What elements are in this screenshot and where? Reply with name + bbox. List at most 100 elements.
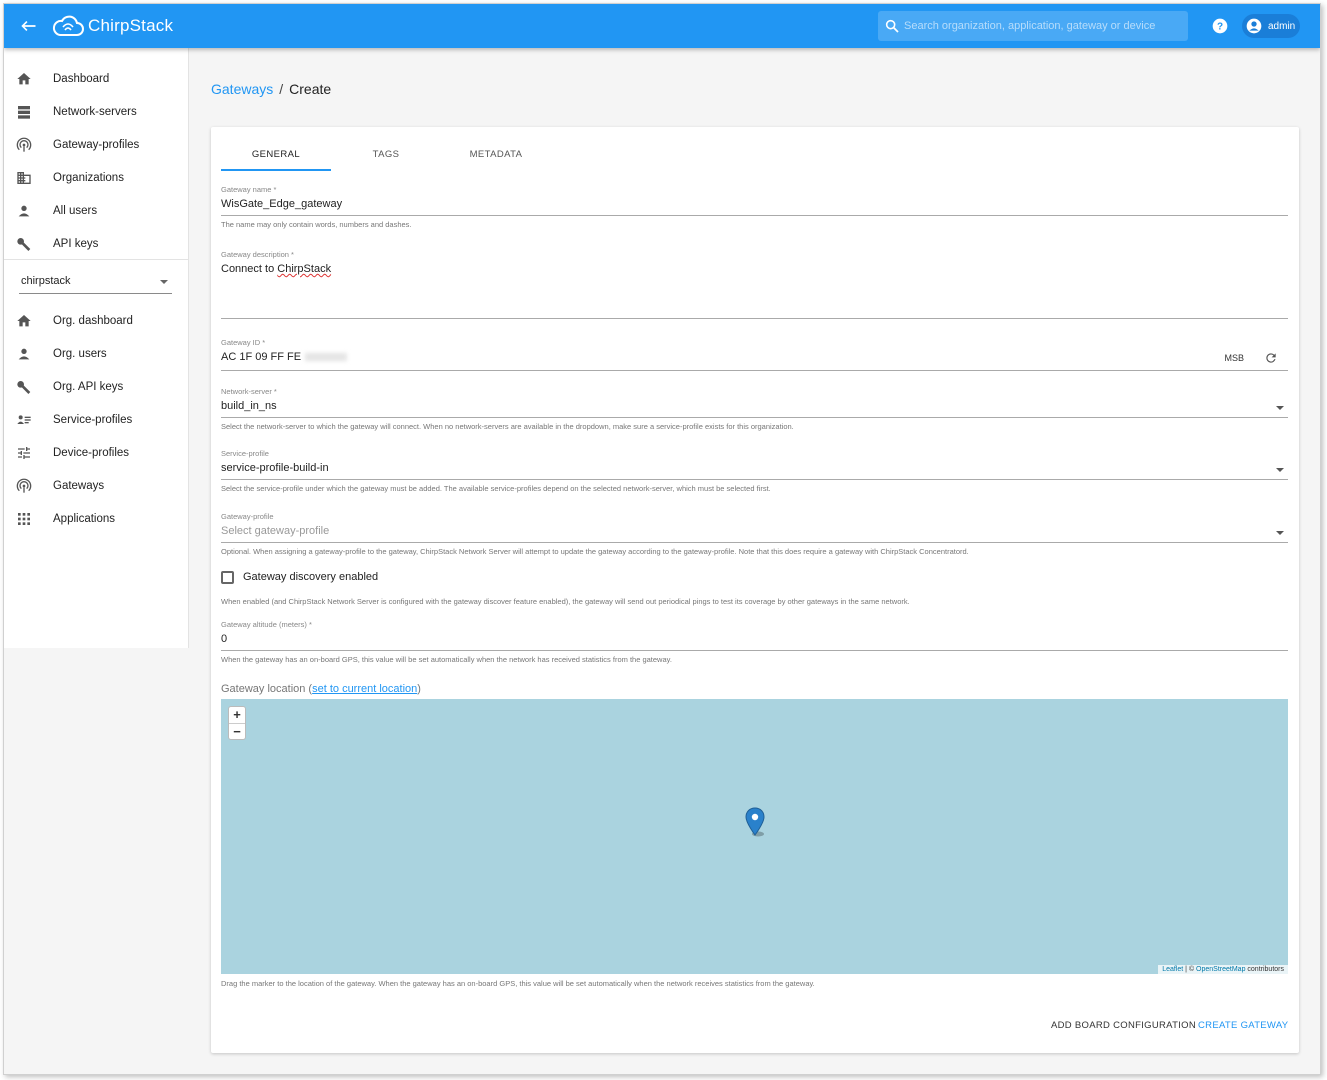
account-details-icon bbox=[17, 414, 31, 424]
help-icon[interactable]: ? bbox=[1212, 18, 1228, 34]
service-profile-select[interactable]: Service-profile service-profile-build-in… bbox=[221, 449, 1288, 495]
sidebar-item-label: Org. API keys bbox=[53, 380, 124, 393]
breadcrumb-gateways-link[interactable]: Gateways bbox=[211, 81, 273, 97]
gateway-form-card: GENERAL TAGS METADATA Gateway name * Wis… bbox=[211, 127, 1299, 1053]
map-attribution: Leaflet | © OpenStreetMap contributors bbox=[1158, 965, 1288, 974]
refresh-icon[interactable] bbox=[1264, 351, 1278, 365]
chevron-down-icon bbox=[160, 280, 168, 284]
set-current-location-link[interactable]: set to current location bbox=[312, 683, 417, 695]
chevron-down-icon bbox=[1276, 406, 1284, 410]
sidebar-item-label: Dashboard bbox=[53, 72, 110, 85]
search-input[interactable] bbox=[904, 11, 1184, 41]
openstreetmap-link[interactable]: OpenStreetMap bbox=[1196, 966, 1245, 973]
map-marker-icon[interactable] bbox=[745, 807, 765, 837]
byte-order-toggle[interactable]: MSB bbox=[1224, 353, 1244, 363]
key-icon bbox=[17, 237, 31, 251]
gateway-id-field[interactable]: Gateway ID * AC 1F 09 FF FE MSB bbox=[221, 338, 1288, 372]
sidebar-item-network-servers[interactable]: Network-servers bbox=[4, 95, 189, 128]
chevron-down-icon bbox=[1276, 531, 1284, 535]
menu-back-icon[interactable] bbox=[18, 16, 38, 36]
network-server-select[interactable]: Network-server * build_in_ns Select the … bbox=[221, 387, 1288, 433]
field-underline bbox=[221, 479, 1288, 480]
gateway-location-label: Gateway location (set to current locatio… bbox=[221, 683, 421, 695]
description-text-word: ChirpStack bbox=[277, 263, 332, 275]
gateway-altitude-field[interactable]: Gateway altitude (meters) * 0 When the g… bbox=[221, 620, 1288, 666]
user-name: admin bbox=[1268, 20, 1296, 32]
page-title: Create bbox=[289, 81, 332, 97]
service-profile-help: Select the service-profile under which t… bbox=[221, 484, 771, 493]
app-name: ChirpStack bbox=[88, 16, 174, 35]
service-profile-value: service-profile-build-in bbox=[221, 462, 329, 474]
apps-icon bbox=[18, 512, 30, 525]
gateway-id-blurred-bytes bbox=[305, 353, 348, 362]
gateway-profile-placeholder: Select gateway-profile bbox=[221, 525, 330, 537]
sidebar-item-label: Gateway-profiles bbox=[53, 138, 140, 151]
gateway-altitude-input[interactable]: 0 bbox=[221, 633, 1288, 645]
search-box[interactable] bbox=[878, 11, 1188, 41]
sidebar-item-service-profiles[interactable]: Service-profiles bbox=[4, 403, 189, 436]
domain-icon bbox=[17, 171, 31, 184]
sidebar-item-org-users[interactable]: Org. users bbox=[4, 337, 189, 370]
gateway-profile-select[interactable]: Gateway-profile Select gateway-profile O… bbox=[221, 512, 1288, 558]
sidebar-item-org-api-keys[interactable]: Org. API keys bbox=[4, 370, 189, 403]
breadcrumb-separator: / bbox=[279, 81, 284, 97]
sidebar-item-api-keys[interactable]: API keys bbox=[4, 227, 189, 260]
field-underline bbox=[221, 650, 1288, 651]
sidebar-item-applications[interactable]: Applications bbox=[4, 502, 189, 535]
gateway-description-input[interactable]: Connect to ChirpStack bbox=[221, 263, 1288, 275]
chirpstack-logo[interactable]: ChirpStack bbox=[52, 12, 173, 40]
zoom-out-button[interactable]: − bbox=[229, 723, 245, 739]
sidebar-item-gateways[interactable]: Gateways bbox=[4, 469, 189, 502]
sidebar-item-label: Service-profiles bbox=[53, 413, 133, 426]
gateway-altitude-label: Gateway altitude (meters) * bbox=[221, 620, 312, 629]
gateway-description-field[interactable]: Gateway description * Connect to ChirpSt… bbox=[221, 250, 1288, 320]
create-gateway-button[interactable]: CREATE GATEWAY bbox=[1198, 1020, 1288, 1031]
location-label-text: Gateway location ( bbox=[221, 683, 313, 695]
app-bar: ChirpStack ? admin bbox=[4, 4, 1320, 48]
key-icon bbox=[17, 380, 31, 394]
gateway-name-input[interactable]: WisGate_Edge_gateway bbox=[221, 198, 1288, 210]
zoom-in-button[interactable]: + bbox=[229, 707, 245, 723]
service-profile-label: Service-profile bbox=[221, 449, 269, 458]
location-map[interactable]: + − Leaflet | © OpenStreetMap contributo… bbox=[221, 699, 1288, 974]
sidebar-item-label: Org. dashboard bbox=[53, 314, 133, 327]
gateway-id-input[interactable]: AC 1F 09 FF FE bbox=[221, 351, 1288, 363]
gateway-discovery-label[interactable]: Gateway discovery enabled bbox=[243, 571, 378, 583]
network-server-help: Select the network-server to which the g… bbox=[221, 422, 794, 431]
gateway-name-field[interactable]: Gateway name * WisGate_Edge_gateway The … bbox=[221, 185, 1288, 231]
organization-select[interactable]: chirpstack bbox=[19, 270, 172, 294]
sidebar-item-all-users[interactable]: All users bbox=[4, 194, 189, 227]
user-menu-button[interactable]: admin bbox=[1242, 14, 1300, 38]
sidebar-item-org-dashboard[interactable]: Org. dashboard bbox=[4, 304, 189, 337]
gateway-id-value: AC 1F 09 FF FE bbox=[221, 351, 302, 363]
leaflet-link[interactable]: Leaflet bbox=[1162, 966, 1183, 973]
sidebar-item-label: Applications bbox=[53, 512, 116, 525]
sidebar-item-label: Device-profiles bbox=[53, 446, 130, 459]
gateway-discovery-checkbox[interactable] bbox=[221, 571, 234, 584]
add-board-configuration-button[interactable]: ADD BOARD CONFIGURATION bbox=[1051, 1020, 1196, 1031]
tune-icon bbox=[18, 446, 30, 459]
sidebar-item-gateway-profiles[interactable]: Gateway-profiles bbox=[4, 128, 189, 161]
field-underline bbox=[221, 417, 1288, 418]
description-text: Connect to bbox=[221, 263, 278, 275]
tab-tags[interactable]: TAGS bbox=[331, 139, 441, 171]
tab-metadata[interactable]: METADATA bbox=[441, 139, 551, 171]
sidebar-item-dashboard[interactable]: Dashboard bbox=[4, 62, 189, 95]
svg-text:?: ? bbox=[1217, 21, 1223, 32]
home-icon bbox=[17, 314, 31, 326]
tab-general[interactable]: GENERAL bbox=[221, 139, 331, 171]
account-circle-icon bbox=[1246, 18, 1262, 34]
active-tab-indicator bbox=[221, 169, 331, 171]
sidebar-item-label: Organizations bbox=[53, 171, 124, 184]
server-icon bbox=[18, 105, 30, 119]
radio-tower-icon bbox=[16, 478, 32, 493]
field-underline bbox=[221, 370, 1288, 371]
sidebar: Dashboard Network-servers Gateway-profil… bbox=[4, 48, 189, 648]
sidebar-item-organizations[interactable]: Organizations bbox=[4, 161, 189, 194]
sidebar-item-label: All users bbox=[53, 204, 98, 217]
network-server-value: build_in_ns bbox=[221, 400, 277, 412]
sidebar-item-device-profiles[interactable]: Device-profiles bbox=[4, 436, 189, 469]
home-icon bbox=[17, 72, 31, 84]
sidebar-item-label: Gateways bbox=[53, 479, 105, 492]
sidebar-divider bbox=[4, 259, 189, 260]
